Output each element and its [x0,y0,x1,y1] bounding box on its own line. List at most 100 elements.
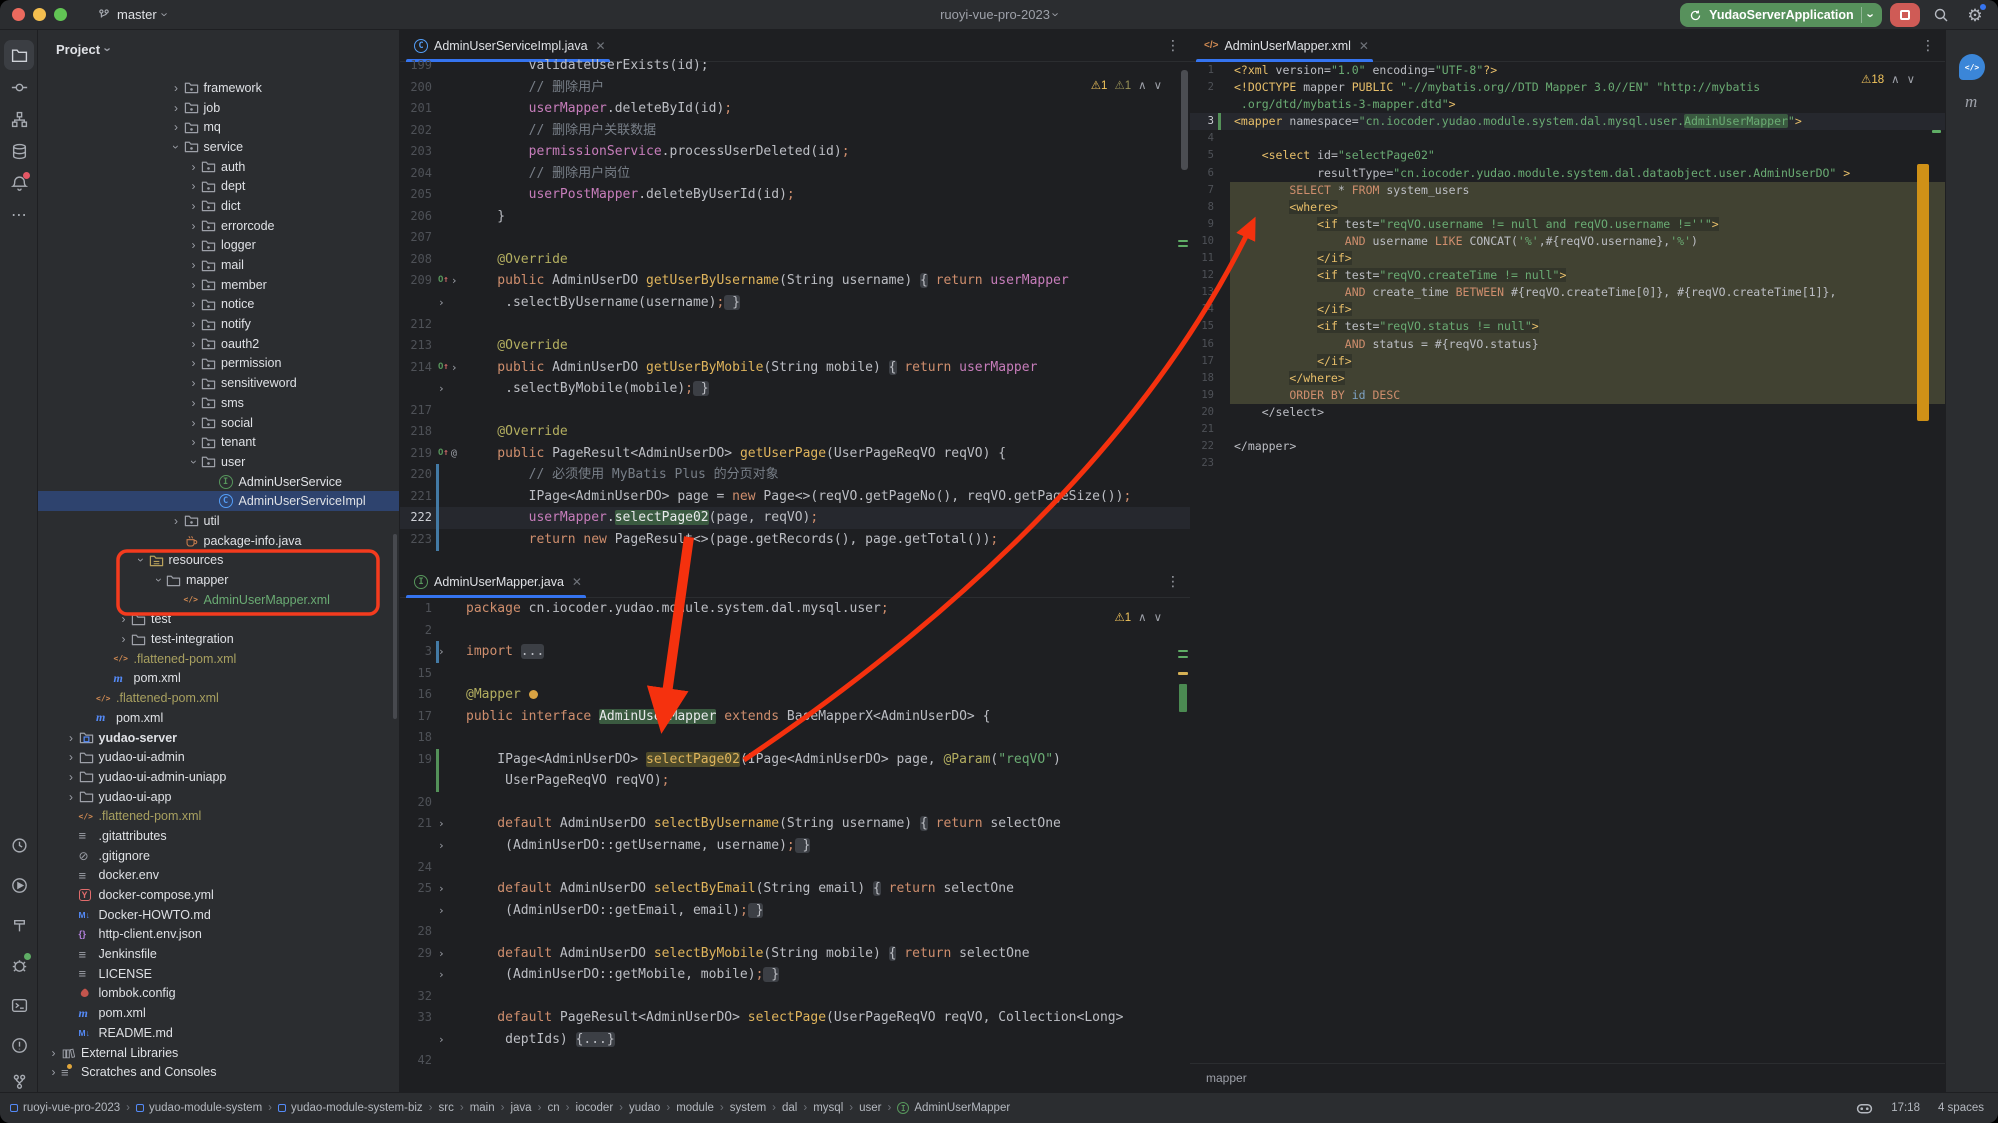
code-text[interactable] [1230,455,1945,472]
line-number[interactable]: 5 [1190,147,1218,164]
code-line-217[interactable]: 217 [400,400,1190,422]
ai-chat-icon[interactable]: </> [1959,54,1985,80]
line-number[interactable]: 24 [400,857,436,879]
gutter-markers[interactable] [1218,353,1230,370]
indent-setting[interactable]: 4 spaces [1938,1102,1984,1114]
code-text[interactable]: ORDER BY id DESC [1230,387,1945,404]
gutter-markers[interactable] [1218,387,1230,404]
chevron-collapsed-icon[interactable]: › [186,337,201,351]
tree-item-pom-xml[interactable]: mpom.xml [38,669,399,689]
code-text[interactable] [462,857,1190,879]
line-number[interactable]: 3 [400,641,436,663]
chevron-collapsed-icon[interactable]: › [46,1046,61,1060]
code-line-22[interactable]: 22</mapper> [1190,438,1945,455]
gutter-markers[interactable] [436,706,462,728]
code-line-201[interactable]: 201 userMapper.deleteById(id); [400,98,1190,120]
breadcrumb-item-module[interactable]: module [676,1102,714,1114]
code-line-1[interactable]: 1package cn.iocoder.yudao.module.system.… [400,598,1190,620]
code-line-1[interactable]: 1<?xml version="1.0" encoding="UTF-8"?> [1190,62,1945,79]
code-line-10[interactable]: 10 AND username LIKE CONCAT('%',#{reqVO.… [1190,233,1945,250]
chevron-collapsed-icon[interactable]: › [169,81,184,95]
code-line-214[interactable]: 214O↑› public AdminUserDO getUserByMobil… [400,357,1190,379]
gutter-markers[interactable] [436,529,462,551]
code-line-6[interactable]: 6 resultType="cn.iocoder.yudao.module.sy… [1190,165,1945,182]
gutter-markers[interactable] [1218,130,1230,147]
tree-item-pom-xml[interactable]: mpom.xml [38,1003,399,1023]
gutter-markers[interactable] [436,206,462,228]
tree-item-test-integration[interactable]: ›test-integration [38,629,399,649]
code-text[interactable]: public PageResult<AdminUserDO> getUserPa… [462,443,1190,465]
tree-item-notice[interactable]: ›notice [38,295,399,315]
line-number[interactable]: 4 [1190,130,1218,147]
code-line-11[interactable]: 11 </if> [1190,250,1945,267]
code-text[interactable]: IPage<AdminUserDO> page = new Page<>(req… [462,486,1190,508]
chevron-collapsed-icon[interactable]: › [186,219,201,233]
stop-button[interactable] [1890,3,1920,27]
code-line-wrap[interactable]: › (AdminUserDO::getMobile, mobile); } [400,964,1190,986]
code-text[interactable]: </select> [1230,404,1945,421]
line-number[interactable]: 16 [400,684,436,706]
tree-item-resources[interactable]: ›resources [38,551,399,571]
code-text[interactable]: .selectByUsername(username); } [462,292,1190,314]
code-text[interactable]: permissionService.processUserDeleted(id)… [462,141,1190,163]
gutter-markers[interactable] [436,507,462,529]
code-text[interactable]: <!DOCTYPE mapper PUBLIC "-//mybatis.org/… [1230,79,1945,96]
gutter-markers[interactable] [436,598,462,620]
code-line-7[interactable]: 7 SELECT * FROM system_users [1190,182,1945,199]
tree-item-mail[interactable]: ›mail [38,255,399,275]
tree-item-adminusermapper-xml[interactable]: </>AdminUserMapper.xml [38,590,399,610]
code-text[interactable] [462,921,1190,943]
code-line-16[interactable]: 16 AND status = #{reqVO.status} [1190,336,1945,353]
gutter-markers[interactable] [436,792,462,814]
gutter-markers[interactable] [436,749,462,771]
next-issue-icon[interactable]: ∨ [1154,78,1162,92]
tree-item-docker-compose-yml[interactable]: Ydocker-compose.yml [38,885,399,905]
code-line-12[interactable]: 12 <if test="reqVO.createTime != null"> [1190,267,1945,284]
chevron-collapsed-icon[interactable]: › [169,514,184,528]
code-text[interactable]: SELECT * FROM system_users [1230,182,1945,199]
breadcrumb-item-yudao-module-system-biz[interactable]: yudao-module-system-biz [278,1102,423,1114]
breadcrumb-item-mysql[interactable]: mysql [813,1102,843,1114]
code-text[interactable]: validateUserExists(id); [462,55,1190,77]
code-text[interactable]: @Override [462,249,1190,271]
breadcrumb-item-yudao-module-system[interactable]: yudao-module-system [136,1102,262,1114]
chevron-collapsed-icon[interactable]: › [186,376,201,390]
tree-item-tenant[interactable]: ›tenant [38,432,399,452]
chevron-expanded-icon[interactable]: › [151,573,166,587]
breadcrumb-item-java[interactable]: java [510,1102,531,1114]
chevron-collapsed-icon[interactable]: › [186,258,201,272]
gutter-markers[interactable] [1218,233,1230,250]
next-issue-icon[interactable]: ∨ [1154,610,1162,624]
chevron-collapsed-icon[interactable]: › [186,238,201,252]
gutter-markers[interactable] [436,684,462,706]
tree-item-auth[interactable]: ›auth [38,157,399,177]
code-line-223[interactable]: 223 return new PageResult<>(page.getReco… [400,529,1190,551]
code-text[interactable] [462,792,1190,814]
gutter-markers[interactable] [436,857,462,879]
tree-item-pom-xml[interactable]: mpom.xml [38,708,399,728]
line-number[interactable]: 214 [400,357,436,379]
code-line-2[interactable]: 2<!DOCTYPE mapper PUBLIC "-//mybatis.org… [1190,79,1945,96]
code-line-19[interactable]: 19 ORDER BY id DESC [1190,387,1945,404]
gutter-markers[interactable]: › [436,964,462,986]
gutter-markers[interactable] [1218,250,1230,267]
code-line-199[interactable]: 199 validateUserExists(id); [400,55,1190,77]
caret-position[interactable]: 17:18 [1891,1102,1920,1114]
tree-item-readme-md[interactable]: M↓README.md [38,1023,399,1043]
line-number[interactable]: 25 [400,878,436,900]
code-text[interactable]: UserPageReqVO reqVO); [462,770,1190,792]
chevron-collapsed-icon[interactable]: › [186,356,201,370]
code-text[interactable]: <if test="reqVO.status != null"> [1230,318,1945,335]
line-number[interactable]: 16 [1190,336,1218,353]
tree-item-framework[interactable]: ›framework [38,78,399,98]
tree-item-lombok-config[interactable]: lombok.config [38,984,399,1004]
code-line-wrap[interactable]: › (AdminUserDO::getUsername, username); … [400,835,1190,857]
line-number[interactable]: 32 [400,986,436,1008]
tree-item-sms[interactable]: ›sms [38,393,399,413]
code-text[interactable]: default AdminUserDO selectByUsername(Str… [462,813,1190,835]
code-text[interactable]: userMapper.deleteById(id); [462,98,1190,120]
line-number[interactable]: 21 [1190,421,1218,438]
code-text[interactable]: // 删除用户 [462,77,1190,99]
gutter-markers[interactable] [436,486,462,508]
tree-item-license[interactable]: ≡LICENSE [38,964,399,984]
